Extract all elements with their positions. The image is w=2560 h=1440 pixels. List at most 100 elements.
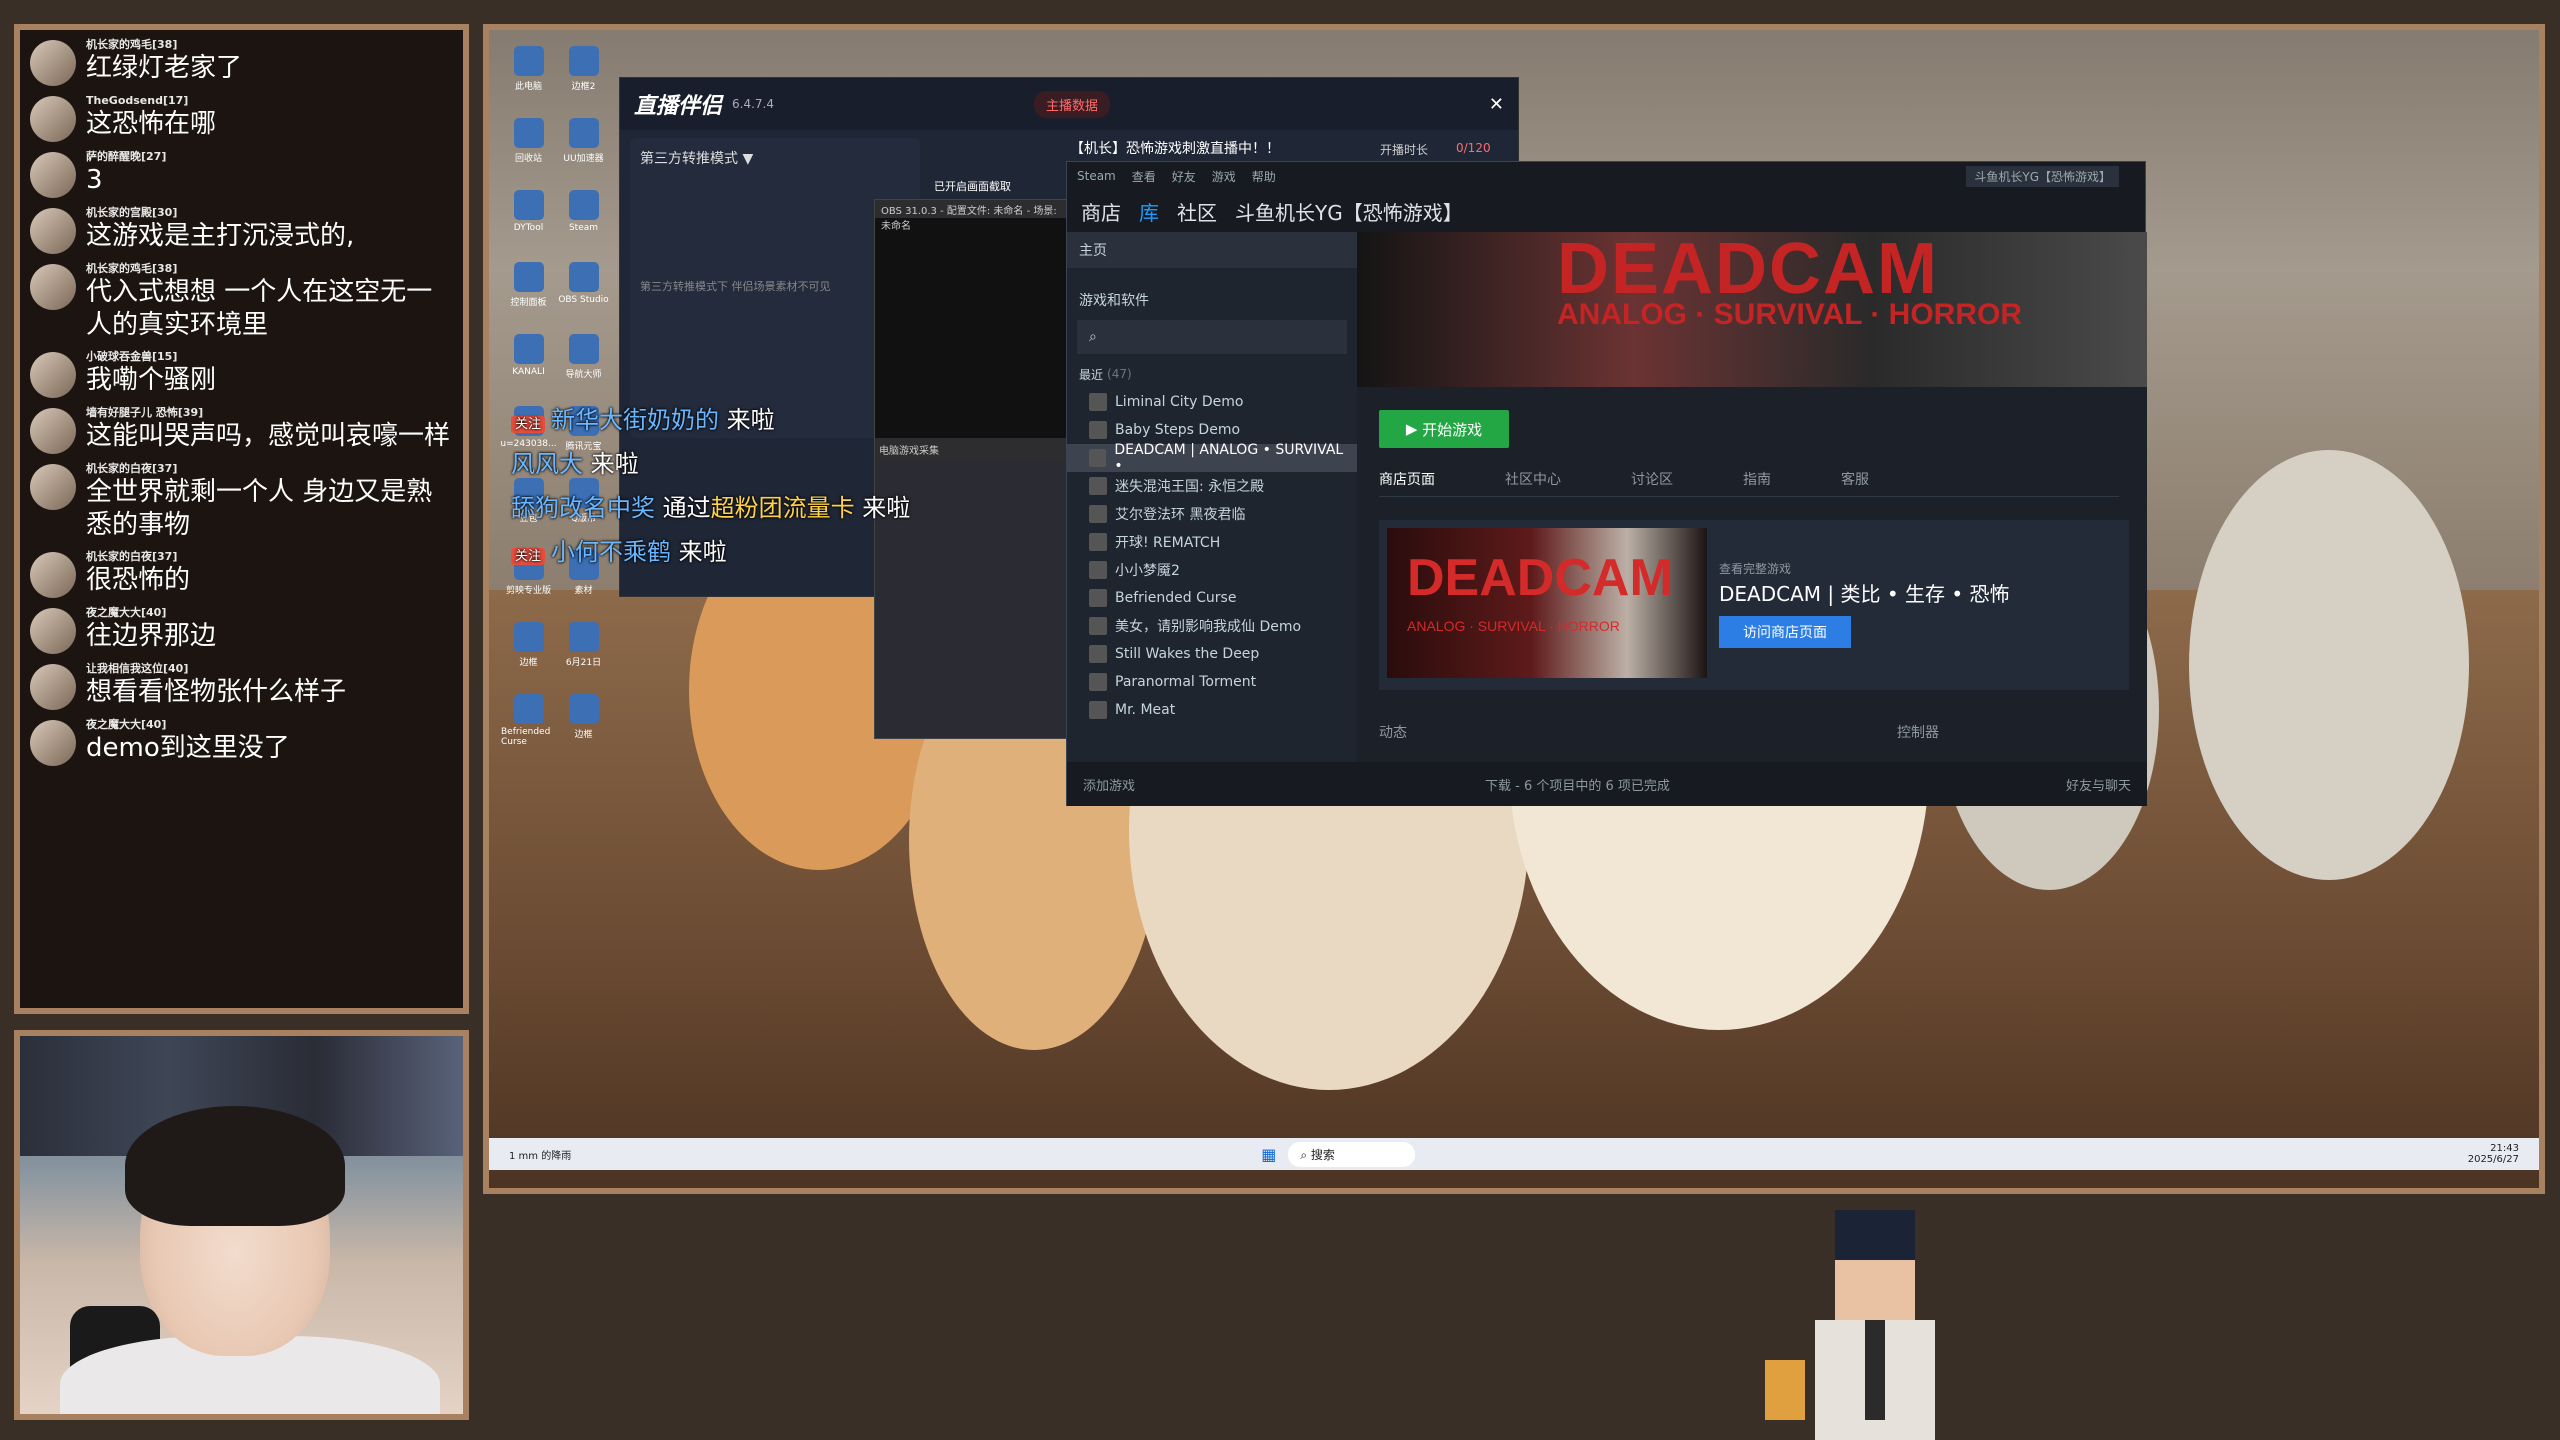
play-label: 开始游戏 xyxy=(1422,420,1483,439)
nav-tab[interactable]: 斗鱼机长YG【恐怖游戏】 xyxy=(1235,197,1463,226)
capture-status: 已开启画面截取 xyxy=(934,180,1011,193)
game-list-item[interactable]: Mr. Meat xyxy=(1067,696,1357,724)
desktop-icon-label: 素材 xyxy=(574,586,593,596)
mode-select[interactable]: 第三方转推模式 ▼ xyxy=(640,148,910,168)
controller-label: 控制器 xyxy=(1897,725,1939,741)
search-icon: ⌕ xyxy=(1089,329,1097,345)
download-status[interactable]: 下载 - 6 个项目中的 6 项已完成 xyxy=(1485,775,1670,794)
game-list-item[interactable]: Befriended Curse xyxy=(1067,584,1357,612)
stream-title: 【机长】恐怖游戏刺激直播中！！ xyxy=(1070,141,1280,157)
visit-store-button[interactable]: 访问商店页面 xyxy=(1719,616,1851,648)
nav-tab[interactable]: 社区 xyxy=(1177,197,1217,226)
search-input[interactable]: ⌕ xyxy=(1077,320,1347,354)
follow-badge: 关注 xyxy=(511,548,546,565)
desktop-icon[interactable]: KANALI xyxy=(501,328,556,400)
app-icon xyxy=(568,334,599,364)
clock-date: 2025/6/27 xyxy=(2467,1154,2519,1165)
game-list-item[interactable]: 美女，请别影响我成仙 Demo xyxy=(1067,612,1357,640)
game-icon xyxy=(1089,505,1107,523)
desktop-icon-label: KANALI xyxy=(512,367,545,377)
game-tab[interactable]: 商店页面 xyxy=(1379,469,1435,496)
start-icon[interactable]: ▦ xyxy=(1261,1145,1276,1164)
desktop-icon[interactable]: 6月21日 xyxy=(556,616,611,688)
game-title: Liminal City Demo xyxy=(1115,394,1244,410)
desktop-icon[interactable]: 导航大师 xyxy=(556,328,611,400)
desktop-icon-label: Befriended Curse xyxy=(501,727,551,747)
obs-source[interactable]: 电脑游戏采集 xyxy=(875,438,1073,461)
game-title: Paranormal Torment xyxy=(1115,674,1257,690)
clock[interactable]: 21:43 2025/6/27 xyxy=(2468,1143,2519,1165)
menu-item[interactable]: 帮助 xyxy=(1252,168,1276,185)
game-list-item[interactable]: DEADCAM | ANALOG • SURVIVAL • xyxy=(1067,442,1357,474)
danmu-text: 来啦 xyxy=(678,538,727,566)
app-icon xyxy=(513,118,544,148)
chat-username: 夜之魔大大[40] xyxy=(86,606,167,619)
obs-title: OBS 31.0.3 - 配置文件: 未命名 - 场景: 未命名 xyxy=(875,200,1073,232)
avatar xyxy=(30,464,76,510)
desktop-icon[interactable]: 边框 xyxy=(556,688,611,760)
desktop-icon-label: 边框 xyxy=(519,658,538,668)
danmu-text: 来啦 xyxy=(726,406,775,434)
game-list-item[interactable]: Liminal City Demo xyxy=(1067,388,1357,416)
desktop-icon[interactable]: 控制面板 xyxy=(501,256,556,328)
steam-library-sidebar: 主页 游戏和软件 ⌕ 最近 (47) Liminal City Demo Baby… xyxy=(1067,232,1357,762)
desktop-icon[interactable]: 边框 xyxy=(501,616,556,688)
game-tab[interactable]: 讨论区 xyxy=(1631,469,1673,496)
game-list-item[interactable]: 艾尔登法环 黑夜君临 xyxy=(1067,500,1357,528)
game-tab[interactable]: 社区中心 xyxy=(1505,469,1561,496)
desktop-icon[interactable]: UU加速器 xyxy=(556,112,611,184)
game-list-item[interactable]: 迷失混沌王国: 永恒之殿 xyxy=(1067,472,1357,500)
weather-widget[interactable]: 1 mm 的降雨 xyxy=(509,1147,571,1162)
avatar xyxy=(30,264,76,310)
add-game-button[interactable]: 添加游戏 xyxy=(1083,775,1135,794)
close-icon[interactable]: ✕ xyxy=(1489,94,1504,115)
menu-item[interactable]: 游戏 xyxy=(1212,168,1236,185)
friends-button[interactable]: 好友与聊天 xyxy=(2066,775,2131,794)
avatar xyxy=(30,608,76,654)
menu-item[interactable]: 好友 xyxy=(1172,168,1196,185)
chat-username: 机长家的鸡毛[38] xyxy=(86,262,178,275)
taskbar-search[interactable]: ⌕ 搜索 xyxy=(1288,1141,1415,1167)
danmu-message: 关注 小何不乘鹤 来啦 xyxy=(511,532,727,567)
game-list-item[interactable]: Baby Steps Demo xyxy=(1067,416,1357,444)
chat-text: 全世界就剩一个人 身边又是熟悉的事物 xyxy=(86,477,433,540)
filter-dropdown[interactable]: 游戏和软件 xyxy=(1067,280,1357,320)
app-icon xyxy=(513,334,544,364)
recent-header: 最近 (47) xyxy=(1067,360,1357,388)
desktop-icon[interactable]: OBS Studio xyxy=(556,256,611,328)
game-icon xyxy=(1089,477,1107,495)
desktop-icon[interactable]: Befriended Curse xyxy=(501,688,556,760)
app-icon xyxy=(568,46,599,76)
obs-window: OBS 31.0.3 - 配置文件: 未命名 - 场景: 未命名 电脑游戏采集 xyxy=(874,199,1074,739)
desktop-icon[interactable]: 边框2 xyxy=(556,40,611,112)
play-button[interactable]: ▶ 开始游戏 xyxy=(1379,410,1509,448)
danmu-tail: 来啦 xyxy=(862,494,911,522)
chat-panel: 机长家的鸡毛[38] 红绿灯老家了 TheGodsend[17] 这恐怖在哪 萨的醉醒晚… xyxy=(14,24,469,1014)
desktop-icon-label: 边框 xyxy=(574,730,593,740)
desktop-icon[interactable]: DYTool xyxy=(501,184,556,256)
menu-item[interactable]: 查看 xyxy=(1132,168,1156,185)
avatar xyxy=(30,40,76,86)
danmu-username: 新华大街奶奶的 xyxy=(551,406,720,434)
game-tab[interactable]: 客服 xyxy=(1841,469,1869,496)
game-list-item[interactable]: Paranormal Torment xyxy=(1067,668,1357,696)
store-image-sub: ANALOG · SURVIVAL · HORROR xyxy=(1407,618,1620,634)
game-list-item[interactable]: Still Wakes the Deep xyxy=(1067,640,1357,668)
follow-badge: 关注 xyxy=(511,416,546,433)
game-icon xyxy=(1089,701,1107,719)
nav-tab[interactable]: 商店 xyxy=(1081,197,1121,226)
nav-tab[interactable]: 库 xyxy=(1139,197,1159,226)
user-account[interactable]: 斗鱼机长YG【恐怖游戏】 xyxy=(1966,165,2119,187)
game-list-item[interactable]: 开球! REMATCH xyxy=(1067,528,1357,556)
game-tab[interactable]: 指南 xyxy=(1743,469,1771,496)
game-title: DEADCAM | ANALOG • SURVIVAL • xyxy=(1114,442,1344,474)
app-icon xyxy=(513,262,544,292)
desktop-icon[interactable]: Steam xyxy=(556,184,611,256)
desktop-icon[interactable]: 此电脑 xyxy=(501,40,556,112)
desktop-icon[interactable]: 回收站 xyxy=(501,112,556,184)
game-list-item[interactable]: 小小梦魇2 xyxy=(1067,556,1357,584)
menu-item[interactable]: Steam xyxy=(1077,169,1116,183)
game-icon xyxy=(1089,393,1107,411)
stream-data-button[interactable]: 主播数据 xyxy=(1034,90,1111,118)
home-link[interactable]: 主页 xyxy=(1067,232,1357,268)
